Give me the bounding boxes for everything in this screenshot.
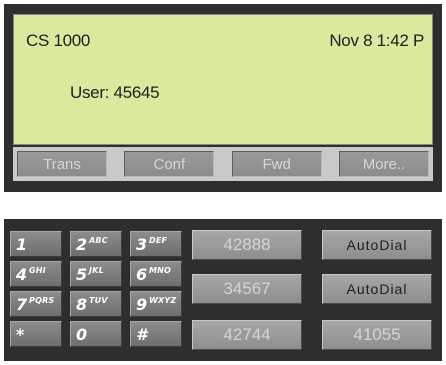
dial-key-8[interactable]: 8 TUV bbox=[70, 291, 122, 317]
dial-key-4[interactable]: 4 GHI bbox=[10, 261, 62, 287]
dial-digit: * bbox=[16, 325, 25, 344]
dial-digit: 9 bbox=[136, 295, 148, 314]
keypad-panel: 1 2 ABC 3 DEF 4 GHI 5 JKL 6 MNO 7 PQRS 8 bbox=[4, 219, 442, 361]
dial-letters: GHI bbox=[29, 266, 46, 275]
dial-letters: JKL bbox=[89, 266, 104, 275]
dial-letters: ABC bbox=[89, 236, 108, 245]
date-time: Nov 8 1:42 P bbox=[329, 31, 424, 50]
dial-digit: 7 bbox=[16, 295, 28, 314]
dial-digit: 0 bbox=[76, 325, 88, 344]
dial-key-1[interactable]: 1 bbox=[10, 231, 62, 257]
dial-digit: # bbox=[136, 325, 148, 344]
dial-digit: 6 bbox=[136, 265, 148, 284]
dialpad: 1 2 ABC 3 DEF 4 GHI 5 JKL 6 MNO 7 PQRS 8 bbox=[10, 231, 182, 347]
lcd-screen: CS 1000 Nov 8 1:42 P User: 45645 bbox=[13, 14, 433, 145]
dial-letters: DEF bbox=[149, 236, 168, 245]
dial-letters: MNO bbox=[149, 266, 172, 275]
autodial-button-1[interactable]: AutoDial bbox=[322, 230, 432, 260]
dial-key-5[interactable]: 5 JKL bbox=[70, 261, 122, 287]
softkey-fwd[interactable]: Fwd bbox=[231, 151, 322, 177]
dial-digit: 1 bbox=[16, 235, 28, 254]
softkey-bar: Trans Conf Fwd More.. bbox=[13, 147, 433, 181]
dial-key-star[interactable]: * bbox=[10, 321, 62, 347]
user-extension: User: 45645 bbox=[70, 83, 160, 102]
autodial-button-2[interactable]: AutoDial bbox=[322, 274, 432, 304]
softkey-conf[interactable]: Conf bbox=[124, 151, 215, 177]
speed-dial-34567[interactable]: 34567 bbox=[192, 274, 302, 304]
dial-key-0[interactable]: 0 bbox=[70, 321, 122, 347]
speed-dial-42744[interactable]: 42744 bbox=[192, 320, 302, 350]
speed-dial-41055[interactable]: 41055 bbox=[322, 320, 432, 350]
dial-digit: 2 bbox=[76, 235, 88, 254]
dial-letters: WXYZ bbox=[149, 296, 177, 305]
display-panel: CS 1000 Nov 8 1:42 P User: 45645 Trans C… bbox=[4, 4, 442, 192]
system-title: CS 1000 bbox=[26, 31, 91, 50]
dial-key-9[interactable]: 9 WXYZ bbox=[130, 291, 182, 317]
dial-key-2[interactable]: 2 ABC bbox=[70, 231, 122, 257]
dial-key-3[interactable]: 3 DEF bbox=[130, 231, 182, 257]
dial-key-6[interactable]: 6 MNO bbox=[130, 261, 182, 287]
dial-digit: 8 bbox=[76, 295, 88, 314]
dial-digit: 3 bbox=[136, 235, 148, 254]
dial-key-hash[interactable]: # bbox=[130, 321, 182, 347]
speed-dial-42888[interactable]: 42888 bbox=[192, 230, 302, 260]
dial-digit: 4 bbox=[16, 265, 28, 284]
dial-digit: 5 bbox=[76, 265, 88, 284]
softkey-trans[interactable]: Trans bbox=[17, 151, 107, 177]
dial-key-7[interactable]: 7 PQRS bbox=[10, 291, 62, 317]
dial-letters: PQRS bbox=[29, 296, 55, 305]
softkey-more[interactable]: More.. bbox=[338, 151, 429, 177]
dial-letters: TUV bbox=[89, 296, 108, 305]
